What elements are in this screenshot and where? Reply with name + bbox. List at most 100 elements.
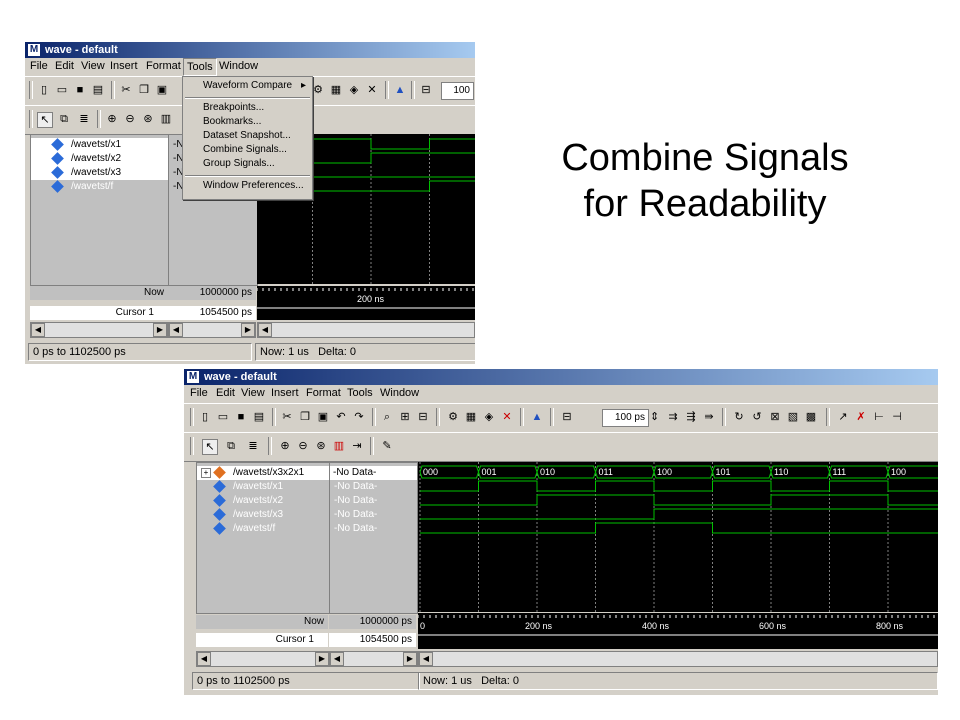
zoom-out-icon[interactable]: ⊖ — [123, 112, 137, 126]
cursor-label[interactable]: Cursor 1 — [30, 306, 168, 320]
find-icon[interactable]: ⌕ — [380, 410, 394, 424]
scroll-left-icon[interactable]: ◀ — [419, 652, 433, 666]
dataset-icon[interactable]: ⚙ — [446, 410, 460, 424]
scroll-right-icon[interactable]: ▶ — [315, 652, 329, 666]
cursor-label[interactable]: Cursor 1 — [196, 633, 328, 647]
hierarchy-icon[interactable]: ⊟ — [416, 410, 430, 424]
dataset-icon[interactable]: ⚙ — [311, 83, 325, 97]
signal-scrollbar[interactable]: ◀ ▶ — [30, 322, 168, 338]
remove-icon[interactable]: ✗ — [854, 410, 868, 424]
value-scrollbar[interactable]: ◀ ▶ — [168, 322, 256, 338]
scroll-left-icon[interactable]: ◀ — [31, 323, 45, 337]
menu-tools[interactable]: Tools — [183, 58, 217, 76]
run-all-icon[interactable]: ▧ — [786, 410, 800, 424]
open-icon[interactable]: ▭ — [216, 410, 230, 424]
menu-format[interactable]: Format — [306, 387, 341, 399]
restart-icon[interactable]: ↻ — [732, 410, 746, 424]
step-over-icon[interactable]: ⇶ — [684, 410, 698, 424]
cut-icon[interactable]: ✂ — [280, 410, 294, 424]
waveform-pane-2[interactable]: 000 001 010 011 100 101 110 111 100 — [418, 462, 938, 612]
window-1-titlebar[interactable]: M wave - default — [25, 42, 475, 58]
menu-item-window-preferences[interactable]: Window Preferences... — [183, 179, 312, 193]
grid-icon[interactable]: ▦ — [464, 410, 478, 424]
copy-icon[interactable]: ❐ — [137, 83, 151, 97]
menu-view[interactable]: View — [241, 387, 265, 399]
value-scrollbar[interactable]: ◀ ▶ — [329, 651, 418, 667]
paste-icon[interactable]: ▣ — [316, 410, 330, 424]
signal-row-x3[interactable]: /wavetst/x3 — [197, 508, 329, 522]
menu-insert[interactable]: Insert — [271, 387, 299, 399]
print-icon[interactable]: ▤ — [91, 83, 105, 97]
menu-edit[interactable]: Edit — [216, 387, 235, 399]
cursor-value[interactable]: 1054500 ps — [168, 306, 256, 320]
redo-icon[interactable]: ↷ — [352, 410, 366, 424]
signal-row-f[interactable]: /wavetst/f — [197, 522, 329, 536]
menu-item-combine-signals[interactable]: Combine Signals... — [183, 143, 312, 157]
menu-item-breakpoints[interactable]: Breakpoints... — [183, 101, 312, 115]
cut-icon[interactable]: ✂ — [119, 83, 133, 97]
signal-row-x1[interactable]: /wavetst/x1 — [197, 480, 329, 494]
delete-icon[interactable]: ✕ — [365, 83, 379, 97]
stop-icon[interactable]: ▩ — [804, 410, 818, 424]
zoom-cursor-icon[interactable]: ▥ — [332, 439, 346, 453]
signal-row-x1[interactable]: /wavetst/x1 — [31, 138, 169, 152]
signal-row-x2[interactable]: /wavetst/x2 — [31, 152, 169, 166]
scroll-left-icon[interactable]: ◀ — [330, 652, 344, 666]
zoom-field[interactable]: 100 ps — [602, 409, 649, 427]
wave-scrollbar[interactable]: ◀ — [257, 322, 475, 338]
zoom-region-icon[interactable]: ⧉ — [57, 112, 71, 126]
compare-icon[interactable]: ◈ — [482, 410, 496, 424]
signal-scrollbar[interactable]: ◀ ▶ — [196, 651, 330, 667]
expand-icon[interactable]: + — [201, 468, 211, 478]
run-icon[interactable]: ↺ — [750, 410, 764, 424]
scroll-left-icon[interactable]: ◀ — [258, 323, 272, 337]
menu-item-group-signals[interactable]: Group Signals... — [183, 157, 312, 171]
signal-row-f[interactable]: /wavetst/f — [31, 180, 169, 194]
new-file-icon[interactable]: ▯ — [198, 410, 212, 424]
signal-row-x3x2x1[interactable]: + /wavetst/x3x2x1 — [197, 466, 329, 480]
open-icon[interactable]: ▭ — [55, 83, 69, 97]
step-icon[interactable]: ⇉ — [666, 410, 680, 424]
up-arrow-icon[interactable]: ▲ — [530, 410, 544, 424]
save-icon[interactable]: ■ — [73, 83, 87, 97]
break-icon[interactable]: ⊠ — [768, 410, 782, 424]
next-edge-icon[interactable]: ⊣ — [890, 410, 904, 424]
zoom-in-icon[interactable]: ⊕ — [105, 112, 119, 126]
select-icon[interactable]: ↗ — [836, 410, 850, 424]
pointer-icon[interactable]: ↖ — [37, 112, 53, 128]
zoom-full-icon[interactable]: ⊛ — [141, 112, 155, 126]
continue-icon[interactable]: ⇛ — [702, 410, 716, 424]
print-icon[interactable]: ▤ — [252, 410, 266, 424]
tree-icon[interactable]: ⊞ — [398, 410, 412, 424]
zoom-full-icon[interactable]: ⊛ — [314, 439, 328, 453]
menu-window[interactable]: Window — [219, 60, 258, 72]
up-arrow-icon[interactable]: ▲ — [393, 83, 407, 97]
menu-file[interactable]: File — [190, 387, 208, 399]
menu-view[interactable]: View — [81, 60, 105, 72]
undo-icon[interactable]: ↶ — [334, 410, 348, 424]
signal-row-x2[interactable]: /wavetst/x2 — [197, 494, 329, 508]
menu-item-waveform-compare[interactable]: Waveform Compare ▸ — [183, 79, 312, 93]
measure-icon[interactable]: ≣ — [77, 112, 91, 126]
zoom-cursor-icon[interactable]: ▥ — [159, 112, 173, 126]
cursor-add-icon[interactable]: ⇥ — [350, 439, 364, 453]
new-file-icon[interactable]: ▯ — [37, 83, 51, 97]
menu-tools[interactable]: Tools — [347, 387, 373, 399]
zoom-step-icon[interactable]: ⊟ — [560, 410, 574, 424]
menu-file[interactable]: File — [30, 60, 48, 72]
scroll-right-icon[interactable]: ▶ — [153, 323, 167, 337]
scroll-right-icon[interactable]: ▶ — [241, 323, 255, 337]
menu-item-bookmarks[interactable]: Bookmarks... — [183, 115, 312, 129]
zoom-region-icon[interactable]: ⧉ — [224, 439, 238, 453]
signal-row-x3[interactable]: /wavetst/x3 — [31, 166, 169, 180]
save-icon[interactable]: ■ — [234, 410, 248, 424]
menu-format[interactable]: Format — [146, 60, 181, 72]
menu-edit[interactable]: Edit — [55, 60, 74, 72]
zoom-out-icon[interactable]: ⊖ — [296, 439, 310, 453]
paste-icon[interactable]: ▣ — [155, 83, 169, 97]
menu-window[interactable]: Window — [380, 387, 419, 399]
prev-edge-icon[interactable]: ⊢ — [872, 410, 886, 424]
measure-icon[interactable]: ≣ — [246, 439, 260, 453]
menu-item-dataset-snapshot[interactable]: Dataset Snapshot... — [183, 129, 312, 143]
zoom-step-icon[interactable]: ⊟ — [419, 83, 433, 97]
